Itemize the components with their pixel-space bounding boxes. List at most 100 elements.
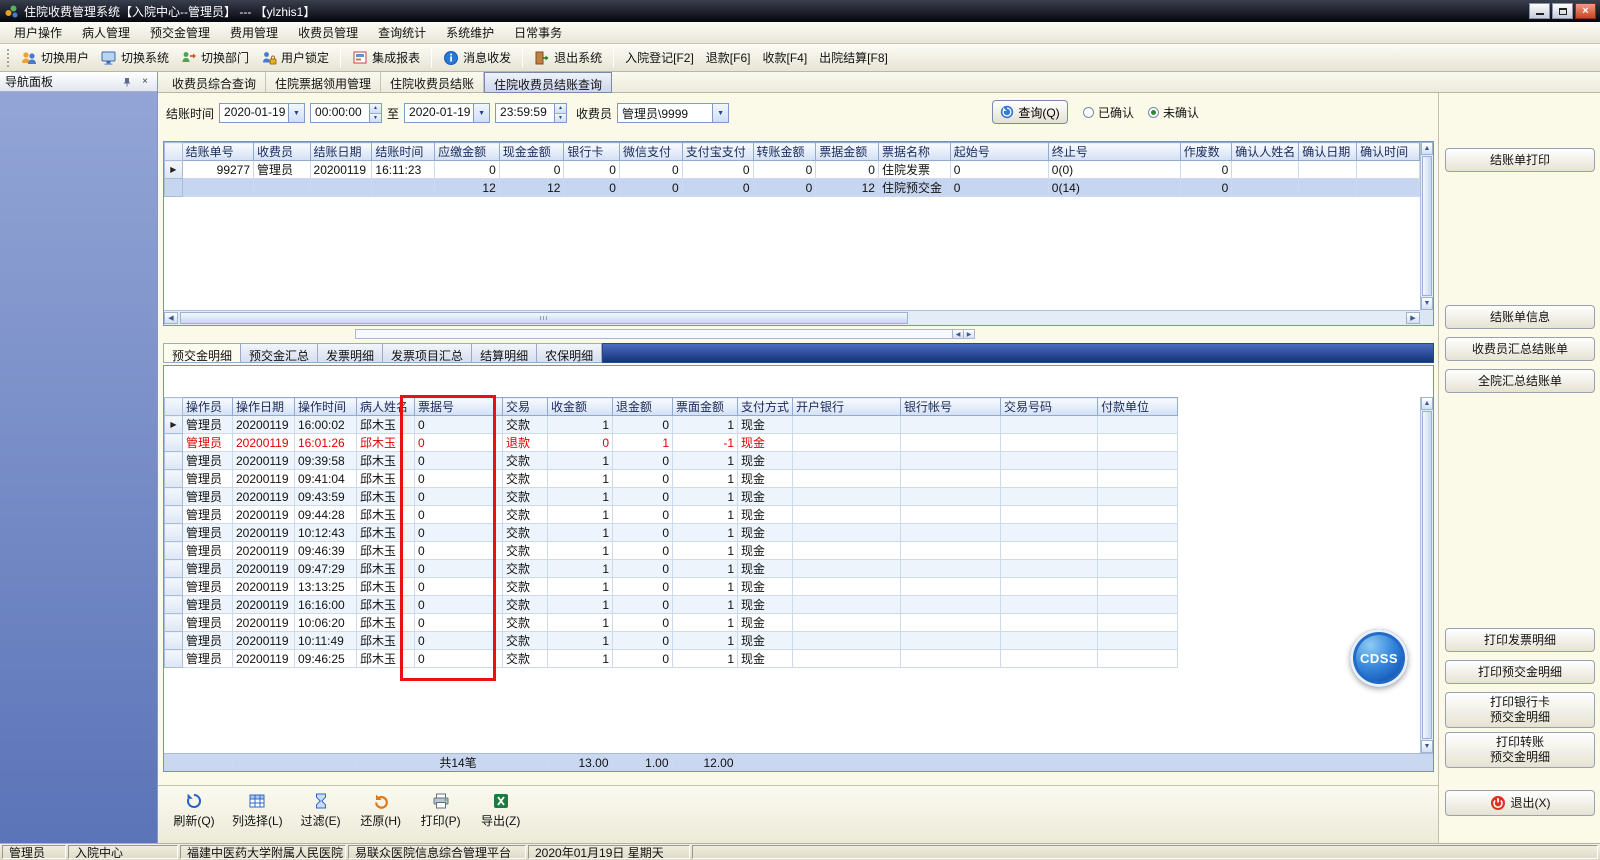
cell[interactable]: 现金	[737, 595, 794, 614]
date-to-combo[interactable]: 2020-01-19 ▼	[404, 103, 491, 123]
cell[interactable]: 0	[753, 178, 817, 197]
cell[interactable]: 10:06:20	[294, 613, 357, 632]
cell[interactable]	[1000, 433, 1099, 452]
cell[interactable]: 邱木玉	[356, 595, 415, 614]
scroll-down-icon[interactable]: ▼	[1421, 740, 1433, 753]
cell[interactable]: 现金	[737, 505, 794, 524]
scrollbar-thumb[interactable]	[1422, 156, 1432, 296]
pin-icon[interactable]	[120, 75, 134, 89]
cell[interactable]: 管理员	[182, 505, 233, 524]
cell[interactable]: 0	[950, 160, 1049, 179]
date-from-combo[interactable]: 2020-01-19 ▼	[219, 103, 306, 123]
cell[interactable]	[792, 523, 902, 542]
cell[interactable]	[792, 469, 902, 488]
cell[interactable]	[371, 178, 436, 197]
cell[interactable]: 交款	[502, 541, 548, 560]
cell[interactable]	[1231, 160, 1300, 179]
cell[interactable]: 0	[563, 178, 620, 197]
cell[interactable]: 0	[612, 451, 673, 470]
cell[interactable]: 0	[612, 415, 673, 434]
settle-slip-info-button[interactable]: 结账单信息	[1445, 305, 1595, 329]
cell[interactable]: 1	[672, 613, 738, 632]
scroll-up-icon[interactable]: ▲	[1421, 397, 1433, 410]
column-header[interactable]: 结账时间	[371, 142, 436, 161]
print-invoice-detail-button[interactable]: 打印发票明细	[1445, 628, 1595, 652]
cell[interactable]	[182, 178, 255, 197]
cell[interactable]: 1	[547, 523, 613, 542]
cell[interactable]: 邱木玉	[356, 613, 415, 632]
print-settle-slip-button[interactable]: 结账单打印	[1445, 148, 1595, 172]
cell[interactable]	[1097, 523, 1179, 542]
receive-payment-button[interactable]: 收款[F4]	[757, 46, 812, 69]
cell[interactable]	[1298, 178, 1358, 197]
cell[interactable]: 1	[672, 451, 738, 470]
cell[interactable]: 20200119	[232, 415, 295, 434]
cell[interactable]: 99277	[182, 160, 255, 179]
cell[interactable]	[1000, 577, 1099, 596]
cell[interactable]: 1	[672, 577, 738, 596]
menu-daily-affairs[interactable]: 日常事务	[504, 21, 572, 44]
export-button[interactable]: 导出(Z)	[479, 792, 523, 829]
cell[interactable]: 邱木玉	[356, 505, 415, 524]
switch-dept-button[interactable]: 切换部门	[176, 46, 254, 69]
cell[interactable]: 交款	[502, 487, 548, 506]
cell[interactable]	[1097, 469, 1179, 488]
cell[interactable]: 管理员	[182, 631, 233, 650]
switch-system-button[interactable]: 切换系统	[96, 46, 174, 69]
cell[interactable]: 1	[547, 559, 613, 578]
cell[interactable]	[900, 523, 1002, 542]
refresh-button[interactable]: 刷新(Q)	[172, 792, 216, 829]
chevron-down-icon[interactable]: ▼	[712, 104, 729, 122]
print-button[interactable]: 打印(P)	[419, 792, 463, 829]
cell[interactable]	[1097, 559, 1179, 578]
integrated-report-button[interactable]: 集成报表	[347, 46, 425, 69]
cell[interactable]: 管理员	[182, 559, 233, 578]
cell[interactable]: 20200119	[232, 559, 295, 578]
cell[interactable]: 交款	[502, 649, 548, 668]
cell[interactable]	[900, 577, 1002, 596]
cell[interactable]	[1097, 451, 1179, 470]
restore-button[interactable]: 还原(H)	[359, 792, 403, 829]
cell[interactable]: 现金	[737, 541, 794, 560]
cell[interactable]	[1097, 505, 1179, 524]
column-header[interactable]: 票据名称	[877, 142, 951, 161]
scroll-right-icon[interactable]: ▶	[1406, 312, 1420, 324]
cell[interactable]: 现金	[737, 451, 794, 470]
cell[interactable]: 20200119	[232, 505, 295, 524]
cashier-summary-slip-button[interactable]: 收费员汇总结账单	[1445, 337, 1595, 361]
column-header[interactable]: 开户银行	[792, 397, 902, 416]
column-header[interactable]: 确认人姓名	[1231, 142, 1300, 161]
cell[interactable]: 0	[612, 649, 673, 668]
cell[interactable]: 0	[950, 178, 1049, 197]
cell[interactable]: 邱木玉	[356, 541, 415, 560]
cell[interactable]: 0	[612, 505, 673, 524]
menu-deposit-mgmt[interactable]: 预交金管理	[140, 21, 220, 44]
cell[interactable]: 1	[672, 541, 738, 560]
cell[interactable]	[900, 595, 1002, 614]
cell[interactable]	[900, 631, 1002, 650]
cell[interactable]	[792, 505, 902, 524]
cell[interactable]	[792, 577, 902, 596]
cell[interactable]: 邱木玉	[356, 577, 415, 596]
cell[interactable]	[900, 451, 1002, 470]
cell[interactable]: 1	[547, 451, 613, 470]
cell[interactable]: 现金	[737, 577, 794, 596]
tab-invoice-detail[interactable]: 发票明细	[318, 343, 384, 363]
column-select-button[interactable]: 列选择(L)	[232, 792, 283, 829]
cell[interactable]: 09:46:25	[294, 649, 357, 668]
cell[interactable]	[900, 415, 1002, 434]
cell[interactable]: 现金	[737, 487, 794, 506]
cell[interactable]: 20200119	[232, 613, 295, 632]
cell[interactable]: 09:44:28	[294, 505, 357, 524]
exit-system-button[interactable]: 退出系统	[529, 46, 607, 69]
cell[interactable]	[900, 613, 1002, 632]
cell[interactable]: 现金	[737, 523, 794, 542]
table-row[interactable]: ▶ 管理员 20200119 16:00:02 邱木玉 0 交款 1 0 1 现金	[164, 415, 1179, 434]
cell[interactable]: 邱木玉	[356, 523, 415, 542]
cell[interactable]: 管理员	[182, 649, 233, 668]
cell[interactable]: 住院发票	[878, 160, 951, 179]
menu-fee-mgmt[interactable]: 费用管理	[220, 21, 288, 44]
cell[interactable]	[1097, 541, 1179, 560]
cell[interactable]	[1356, 160, 1420, 179]
cell[interactable]: 20200119	[232, 577, 295, 596]
